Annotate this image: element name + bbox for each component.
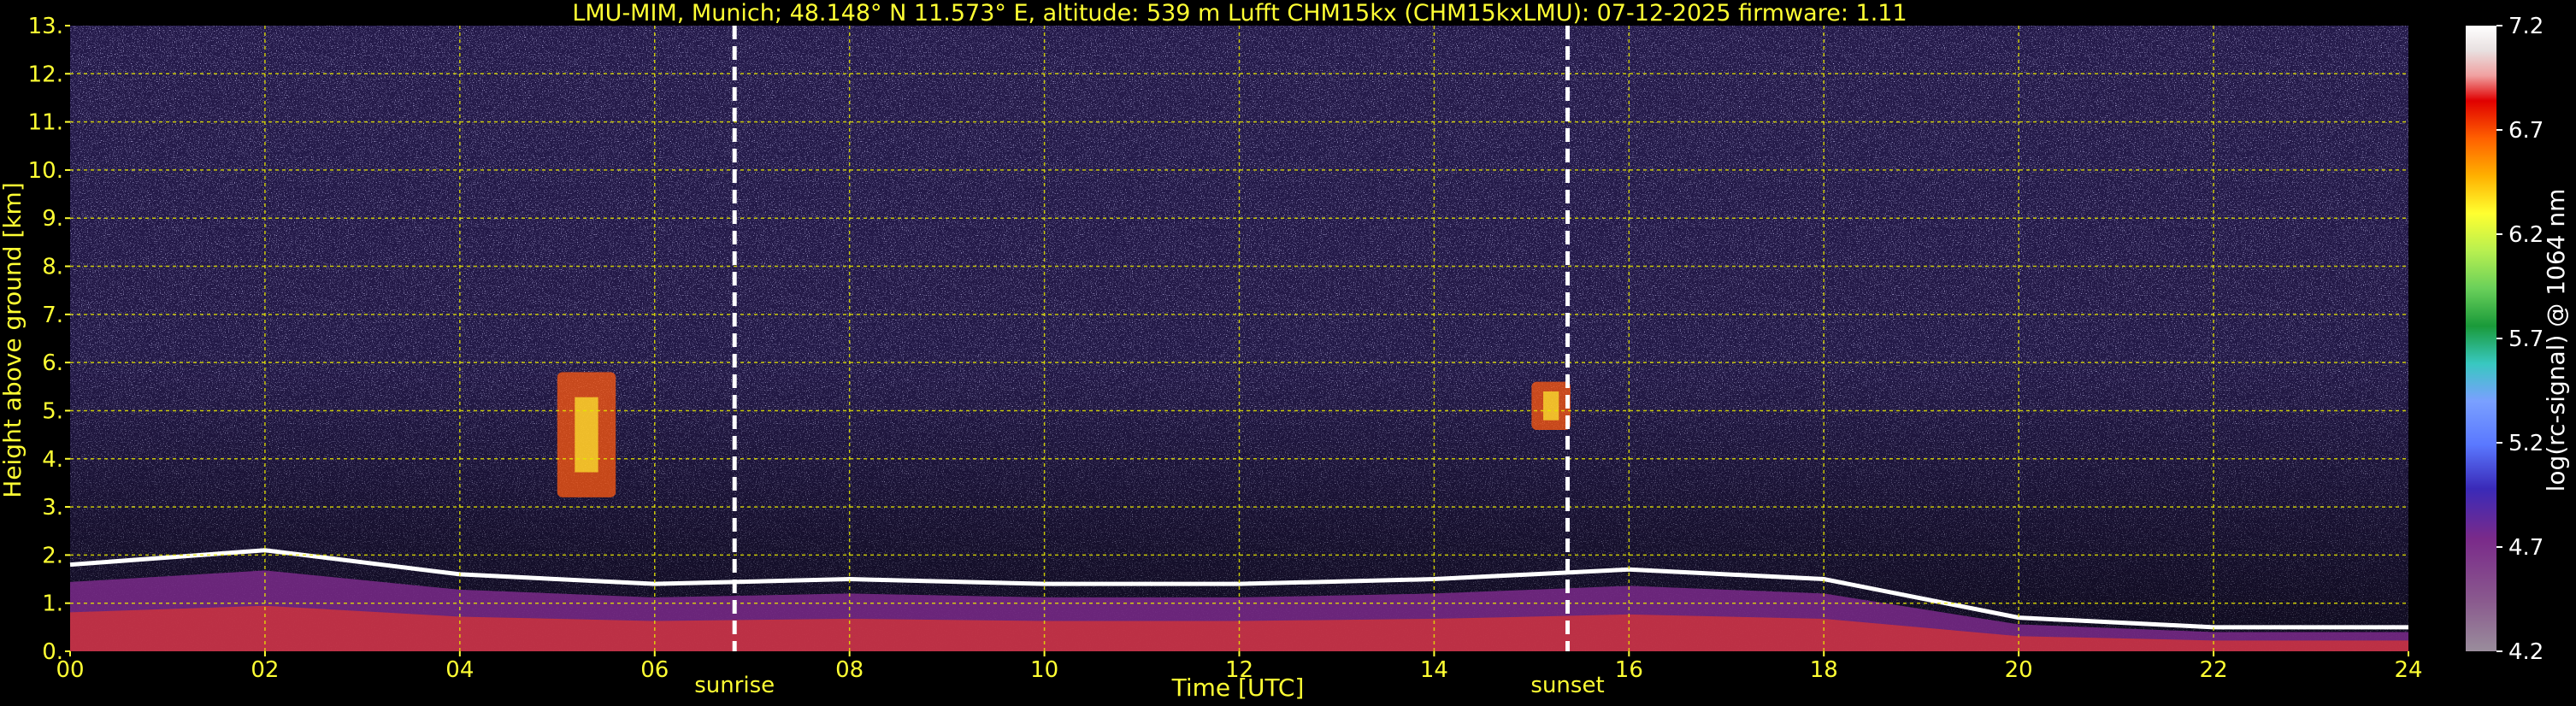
- y-tick-label: 1.: [42, 591, 63, 617]
- noise-fade: [70, 26, 2408, 651]
- y-tick-label: 5.: [42, 398, 63, 424]
- y-tick-label: 3.: [42, 495, 63, 521]
- y-tick-label: 8.: [42, 255, 63, 280]
- x-tick-label: 04: [445, 657, 474, 683]
- y-tick-label: 13.: [28, 14, 63, 39]
- y-tick-label: 7.: [42, 303, 63, 328]
- colorbar-label: log(rc-signal) @ 1064 nm: [2542, 189, 2570, 492]
- colorbar-tick-label: 7.2: [2508, 14, 2544, 39]
- colorbar-tick-label: 4.7: [2508, 535, 2544, 561]
- x-tick-label: 06: [640, 657, 669, 683]
- x-tick-label: 08: [835, 657, 864, 683]
- y-tick-label: 9.: [42, 206, 63, 232]
- plot-background: [70, 26, 2408, 651]
- y-tick-label: 11.: [28, 110, 63, 136]
- x-tick-label: 16: [1615, 657, 1643, 683]
- colorbar-tick-label: 5.7: [2508, 327, 2544, 352]
- x-tick-label: 20: [2005, 657, 2033, 683]
- colorbar-gradient: [2466, 26, 2496, 651]
- y-axis-ticks: 0. 1. 2. 3. 4. 5. 6. 7. 8. 9. 10. 11. 12. 13.: [28, 14, 70, 665]
- y-tick-label: 10.: [28, 158, 63, 184]
- y-tick-label: 0.: [42, 639, 63, 665]
- colorbar: 4.2 4.7 5.2 5.7 6.2 6.7 7.2: [2466, 14, 2544, 665]
- y-axis-label: Height above ground [km]: [0, 182, 27, 498]
- y-tick-label: 6.: [42, 350, 63, 376]
- colorbar-tick-label: 4.2: [2508, 639, 2544, 665]
- x-tick-label: 10: [1030, 657, 1058, 683]
- colorbar-tick-label: 6.2: [2508, 222, 2544, 248]
- y-tick-label: 4.: [42, 447, 63, 473]
- sunrise-label: sunrise: [694, 673, 775, 698]
- y-tick-label: 12.: [28, 62, 63, 87]
- colorbar-tick-label: 5.2: [2508, 431, 2544, 456]
- y-tick-label: 2.: [42, 543, 63, 568]
- chart-title: LMU-MIM, Munich; 48.148° N 11.573° E, al…: [572, 0, 1907, 26]
- x-tick-label: 18: [1810, 657, 1838, 683]
- sunset-label: sunset: [1530, 673, 1604, 698]
- x-axis-label: Time [UTC]: [1171, 674, 1305, 702]
- elevated-layer-core-2: [1543, 391, 1559, 421]
- x-tick-label: 22: [2200, 657, 2228, 683]
- elevated-layer-core-1: [575, 397, 598, 473]
- lidar-chart: LMU-MIM, Munich; 48.148° N 11.573° E, al…: [0, 0, 2570, 702]
- x-tick-label: 02: [251, 657, 279, 683]
- x-tick-label: 24: [2394, 657, 2422, 683]
- x-tick-label: 14: [1420, 657, 1448, 683]
- colorbar-tick-label: 6.7: [2508, 118, 2544, 144]
